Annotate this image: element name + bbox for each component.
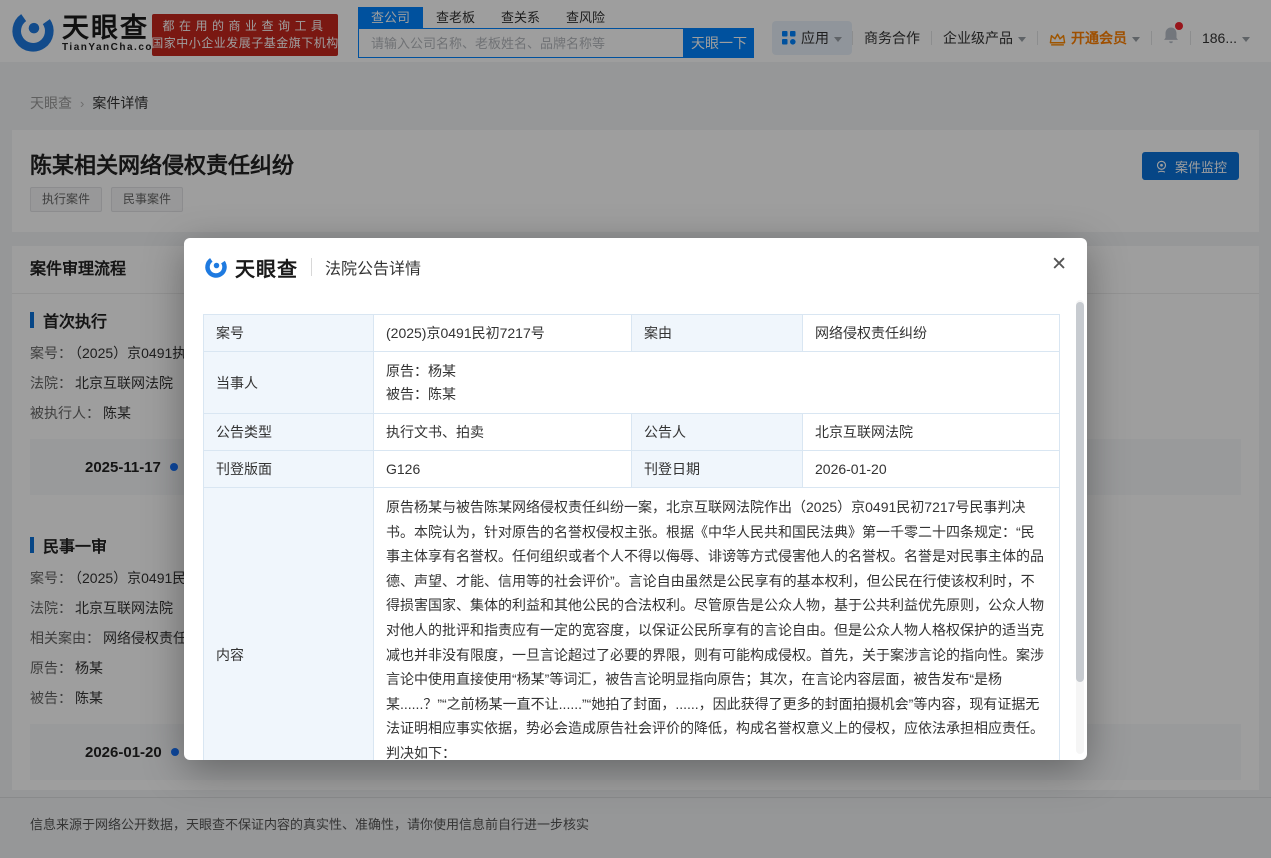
modal-scrollbar-thumb[interactable] bbox=[1076, 302, 1084, 682]
modal-title-divider bbox=[311, 258, 312, 276]
table-row: 刊登版面 G126 刊登日期 2026-01-20 bbox=[204, 451, 1060, 488]
close-icon[interactable]: ✕ bbox=[1051, 255, 1067, 274]
party-plaintiff: 原告：杨某 bbox=[386, 360, 1047, 383]
case-no-label: 案号 bbox=[204, 315, 374, 352]
announcer-label: 公告人 bbox=[632, 414, 803, 451]
page-value: G126 bbox=[374, 451, 632, 488]
content-paragraph-1: 原告杨某与被告陈某网络侵权责任纠纷一案，北京互联网法院作出（2025）京0491… bbox=[386, 495, 1047, 760]
modal-body: 案号 (2025)京0491民初7217号 案由 网络侵权责任纠纷 当事人 原告… bbox=[184, 296, 1087, 760]
publish-date-value: 2026-01-20 bbox=[803, 451, 1060, 488]
page: 天眼查 TianYanCha.com 都在用的商业查询工具 国家中小企业发展子基… bbox=[0, 0, 1271, 858]
announcer-value: 北京互联网法院 bbox=[803, 414, 1060, 451]
tianyancha-logo-icon bbox=[204, 255, 228, 279]
content-value: 原告杨某与被告陈某网络侵权责任纠纷一案，北京互联网法院作出（2025）京0491… bbox=[374, 488, 1060, 761]
announcement-table: 案号 (2025)京0491民初7217号 案由 网络侵权责任纠纷 当事人 原告… bbox=[203, 314, 1060, 760]
modal-header: 天眼查 法院公告详情 ✕ bbox=[184, 238, 1087, 296]
modal-brand: 天眼查 bbox=[235, 253, 298, 282]
party-defendant: 被告：陈某 bbox=[386, 383, 1047, 406]
modal-title: 法院公告详情 bbox=[325, 255, 421, 279]
parties-value: 原告：杨某 被告：陈某 bbox=[374, 352, 1060, 414]
table-row: 内容 原告杨某与被告陈某网络侵权责任纠纷一案，北京互联网法院作出（2025）京0… bbox=[204, 488, 1060, 761]
type-label: 公告类型 bbox=[204, 414, 374, 451]
table-row: 当事人 原告：杨某 被告：陈某 bbox=[204, 352, 1060, 414]
cause-label: 案由 bbox=[632, 315, 803, 352]
court-announcement-modal: 天眼查 法院公告详情 ✕ 案号 (2025)京0491民初7217号 案由 网络… bbox=[184, 238, 1087, 760]
cause-value: 网络侵权责任纠纷 bbox=[803, 315, 1060, 352]
parties-label: 当事人 bbox=[204, 352, 374, 414]
page-label: 刊登版面 bbox=[204, 451, 374, 488]
table-row: 案号 (2025)京0491民初7217号 案由 网络侵权责任纠纷 bbox=[204, 315, 1060, 352]
publish-date-label: 刊登日期 bbox=[632, 451, 803, 488]
case-no-value: (2025)京0491民初7217号 bbox=[374, 315, 632, 352]
type-value: 执行文书、拍卖 bbox=[374, 414, 632, 451]
table-row: 公告类型 执行文书、拍卖 公告人 北京互联网法院 bbox=[204, 414, 1060, 451]
content-label: 内容 bbox=[204, 488, 374, 761]
